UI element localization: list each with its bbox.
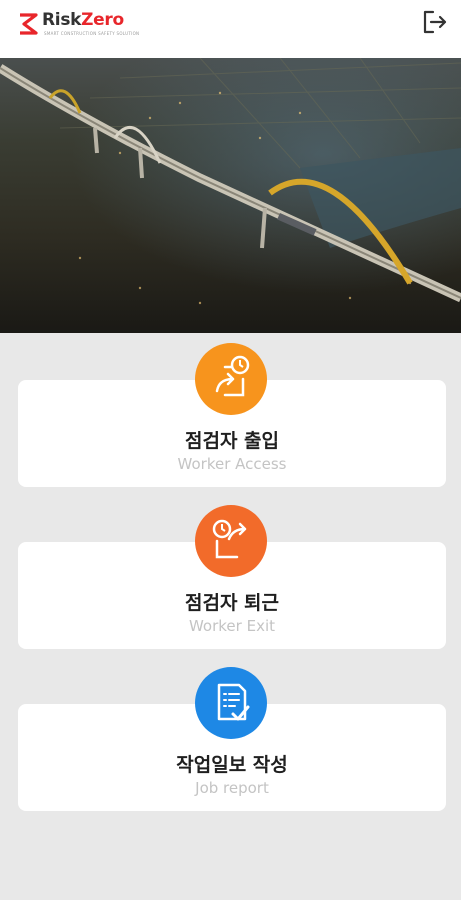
- worker-exit-button[interactable]: [195, 505, 267, 577]
- logout-icon[interactable]: [420, 8, 448, 36]
- job-report-button[interactable]: [195, 667, 267, 739]
- logo-mark-icon: [20, 13, 38, 35]
- card-subtitle: Worker Exit: [188, 617, 275, 635]
- card-title: 점검자 출입: [184, 430, 279, 452]
- card-subtitle: Job report: [195, 779, 269, 797]
- document-check-icon: [217, 683, 250, 721]
- clock-enter-icon: [215, 355, 250, 397]
- card-title: 점검자 퇴근: [184, 592, 279, 614]
- logo-tagline: SMART CONSTRUCTION SAFETY SOLUTION: [44, 31, 140, 36]
- hero-bridge-image: [0, 58, 461, 333]
- top-bar: RiskZero SMART CONSTRUCTION SAFETY SOLUT…: [0, 0, 461, 58]
- riskzero-logo: RiskZero SMART CONSTRUCTION SAFETY SOLUT…: [18, 10, 158, 48]
- logo-risk: Risk: [42, 10, 82, 30]
- logo-text: RiskZero: [42, 10, 124, 30]
- card-title: 작업일보 작성: [176, 754, 288, 776]
- clock-exit-icon: [212, 519, 247, 559]
- worker-access-button[interactable]: [195, 343, 267, 415]
- bridge-illustration: [0, 58, 461, 305]
- card-subtitle: Worker Access: [177, 455, 287, 473]
- logo-zero: Zero: [81, 10, 124, 30]
